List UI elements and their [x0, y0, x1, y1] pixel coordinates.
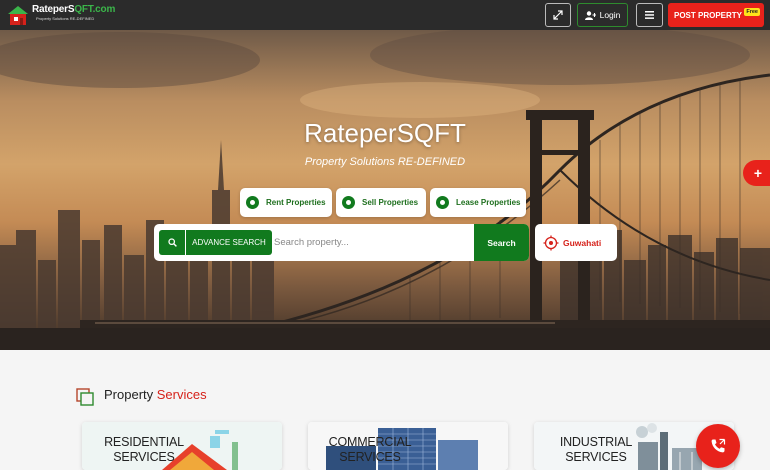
search-button[interactable]: Search: [474, 224, 529, 261]
hamburger-icon: [645, 11, 654, 19]
stacked-squares-icon: [76, 388, 94, 406]
logo-tagline: Property Solutions RE-DEFINED: [36, 16, 95, 21]
target-pin-icon: [543, 235, 559, 250]
post-property-button[interactable]: POST PROPERTY Free: [668, 3, 764, 27]
search-icon-button[interactable]: [159, 230, 185, 255]
card-title: INDUSTRIAL SERVICES: [559, 435, 633, 464]
expand-icon: [553, 10, 563, 20]
radio-dot-icon: [246, 196, 259, 209]
post-property-label: POST PROPERTY: [674, 10, 743, 20]
login-label: Login: [599, 10, 621, 20]
logo-house-icon: [8, 6, 28, 25]
tab-rent-properties[interactable]: Rent Properties: [240, 188, 332, 217]
location-label: Guwahati: [563, 237, 602, 248]
tab-label: Sell Properties: [362, 198, 419, 207]
fullscreen-button[interactable]: [545, 3, 571, 27]
call-button[interactable]: [696, 424, 740, 468]
top-navbar: RateperSQFT.com Property Solutions RE-DE…: [0, 0, 770, 30]
free-badge: Free: [744, 8, 760, 16]
card-commercial-services[interactable]: COMMERCIAL SERVICES: [308, 422, 508, 470]
search-bar: ADVANCE SEARCH Search: [154, 224, 529, 261]
site-logo[interactable]: RateperSQFT.com Property Solutions RE-DE…: [6, 3, 115, 27]
hero-title: RateperSQFT: [304, 118, 466, 148]
tab-label: Rent Properties: [266, 198, 326, 207]
plus-icon: +: [753, 165, 763, 181]
hero-subtitle: Property Solutions RE-DEFINED: [304, 156, 466, 168]
card-title: RESIDENTIAL SERVICES: [104, 435, 184, 464]
search-icon: [167, 238, 177, 247]
card-residential-services[interactable]: RESIDENTIAL SERVICES: [82, 422, 282, 470]
advance-search-button[interactable]: ADVANCE SEARCH: [186, 230, 272, 255]
hero-banner: RateperSQFT Property Solutions RE-DEFINE…: [0, 30, 770, 350]
radio-dot-icon: [342, 196, 355, 209]
phone-call-icon: [711, 438, 726, 453]
login-button[interactable]: Login: [577, 3, 628, 27]
card-title: COMMERCIAL SERVICES: [328, 435, 412, 464]
tab-lease-properties[interactable]: Lease Properties: [430, 188, 526, 217]
radio-dot-icon: [436, 196, 449, 209]
menu-button[interactable]: [636, 3, 663, 27]
quick-add-button[interactable]: +: [743, 160, 770, 186]
user-plus-icon: [584, 10, 596, 20]
tab-sell-properties[interactable]: Sell Properties: [336, 188, 426, 217]
tab-label: Lease Properties: [456, 198, 521, 207]
location-selector[interactable]: Guwahati: [535, 224, 617, 261]
services-heading: Property Services: [104, 387, 207, 402]
logo-text: RateperSQFT.com: [32, 4, 116, 15]
search-input[interactable]: [274, 230, 472, 255]
